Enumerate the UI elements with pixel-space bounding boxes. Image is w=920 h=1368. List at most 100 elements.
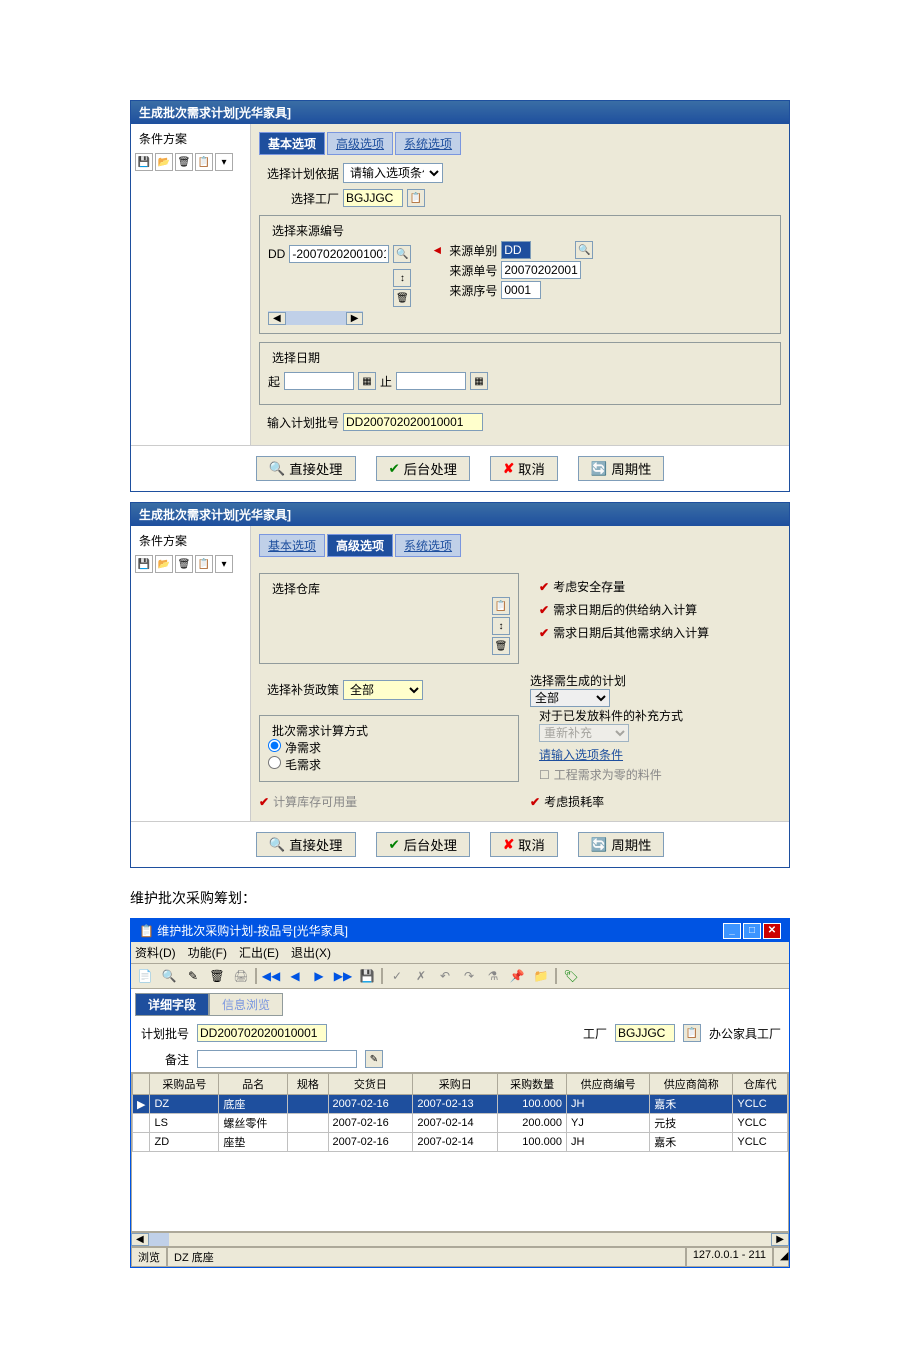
edit-icon[interactable]: ✎ <box>183 966 203 986</box>
col-vendor-name[interactable]: 供应商简称 <box>650 1074 733 1095</box>
chk-loss-rate[interactable]: ✔考虑损耗率 <box>530 793 781 810</box>
preview-icon[interactable]: 🔍 <box>159 966 179 986</box>
date-to-picker-icon[interactable]: ▦ <box>470 372 488 390</box>
last-icon[interactable]: ▶▶ <box>333 966 353 986</box>
tab-basic[interactable]: 基本选项 <box>259 534 325 557</box>
factory-input3[interactable] <box>615 1024 675 1042</box>
next-icon[interactable]: ▶ <box>309 966 329 986</box>
open-icon[interactable]: 📂 <box>155 153 173 171</box>
chk-demand-after[interactable]: ✔需求日期后其他需求纳入计算 <box>539 624 709 641</box>
chk-safety-stock[interactable]: ✔考虑安全存量 <box>539 578 625 595</box>
radio-gross[interactable]: 毛需求 <box>268 758 321 772</box>
delete-icon[interactable]: 🗑 <box>175 555 193 573</box>
hscroll-left-icon[interactable]: ◀ <box>131 1233 149 1246</box>
batch-input[interactable] <box>343 413 483 431</box>
date-to-input[interactable] <box>396 372 466 390</box>
col-name[interactable]: 品名 <box>219 1074 288 1095</box>
factory-input[interactable] <box>343 189 403 207</box>
col-wh[interactable]: 仓库代 <box>733 1074 788 1095</box>
open-icon[interactable]: 📂 <box>155 555 173 573</box>
save-icon[interactable]: 💾 <box>135 153 153 171</box>
plan-basis-select[interactable]: 请输入选项条件 <box>343 163 443 183</box>
col-code[interactable]: 采购品号 <box>150 1074 219 1095</box>
src-seq-input[interactable] <box>501 281 541 299</box>
batch-no-input[interactable] <box>197 1024 327 1042</box>
table-row[interactable]: ▶ DZ底座 2007-02-162007-02-13 100.000 JH嘉禾… <box>133 1095 788 1114</box>
radio-net[interactable]: 净需求 <box>268 741 321 755</box>
periodic-button[interactable]: 🔄周期性 <box>578 832 665 857</box>
expand-icon[interactable]: ↕ <box>393 269 411 287</box>
tab-advanced[interactable]: 高级选项 <box>327 534 393 557</box>
factory-label: 选择工厂 <box>259 190 339 207</box>
date-from-input[interactable] <box>284 372 354 390</box>
factory-lookup-icon[interactable]: 📋 <box>683 1024 701 1042</box>
periodic-button[interactable]: 🔄周期性 <box>578 456 665 481</box>
scroll-right-icon[interactable]: ▶ <box>346 312 364 325</box>
wh-delete-icon[interactable]: 🗑 <box>492 637 510 655</box>
remark-edit-icon[interactable]: ✎ <box>365 1050 383 1068</box>
policy-select[interactable]: 全部 <box>343 680 423 700</box>
pin-icon[interactable]: 📌 <box>507 966 527 986</box>
tab-detail-fields[interactable]: 详细字段 <box>135 993 209 1016</box>
prev-icon[interactable]: ◀ <box>285 966 305 986</box>
first-icon[interactable]: ◀◀ <box>261 966 281 986</box>
menu-data[interactable]: 资料(D) <box>135 944 176 961</box>
tab-advanced[interactable]: 高级选项 <box>327 132 393 155</box>
source-code-input[interactable] <box>289 245 389 263</box>
list-icon[interactable]: 📋 <box>195 555 213 573</box>
col-vendor-code[interactable]: 供应商编号 <box>567 1074 650 1095</box>
wh-expand-icon[interactable]: ↕ <box>492 617 510 635</box>
minimize-icon[interactable]: _ <box>723 923 741 939</box>
data-grid[interactable]: 采购品号 品名 规格 交货日 采购日 采购数量 供应商编号 供应商简称 仓库代 … <box>131 1072 789 1232</box>
dropdown-icon[interactable]: ▾ <box>215 153 233 171</box>
print-icon: 🖨 <box>231 966 251 986</box>
backend-process-button[interactable]: ✔后台处理 <box>376 832 470 857</box>
delete-item-icon[interactable]: 🗑 <box>393 289 411 307</box>
dropdown-icon[interactable]: ▾ <box>215 555 233 573</box>
remark-input[interactable] <box>197 1050 357 1068</box>
search-icon: 🔍 <box>269 837 286 853</box>
date-from-picker-icon[interactable]: ▦ <box>358 372 376 390</box>
save-icon[interactable]: 💾 <box>135 555 153 573</box>
direct-process-button[interactable]: 🔍直接处理 <box>256 456 356 481</box>
col-spec[interactable]: 规格 <box>288 1074 328 1095</box>
tab-system[interactable]: 系统选项 <box>395 132 461 155</box>
src-lookup-icon[interactable]: 🔍 <box>575 241 593 259</box>
placeholder-link[interactable]: 请输入选项条件 <box>539 746 781 763</box>
tab-system[interactable]: 系统选项 <box>395 534 461 557</box>
tag-icon[interactable]: 🏷 <box>561 966 581 986</box>
source-lookup-icon[interactable]: 🔍 <box>393 245 411 263</box>
col-delivery[interactable]: 交货日 <box>328 1074 413 1095</box>
cancel-button[interactable]: ✘取消 <box>490 832 558 857</box>
col-purchase[interactable]: 采购日 <box>413 1074 498 1095</box>
tab-basic[interactable]: 基本选项 <box>259 132 325 155</box>
menu-exit[interactable]: 退出(X) <box>291 944 331 961</box>
chk-supply-after[interactable]: ✔需求日期后的供给纳入计算 <box>539 601 697 618</box>
resize-grip-icon[interactable]: ◢ <box>773 1247 789 1267</box>
issued-select: 重新补充 <box>539 724 629 742</box>
table-row[interactable]: ZD座垫 2007-02-162007-02-14 100.000 JH嘉禾YC… <box>133 1133 788 1152</box>
check-icon: ✔ <box>539 580 549 594</box>
hscroll-right-icon[interactable]: ▶ <box>771 1233 789 1246</box>
plan-gen-select[interactable]: 全部 <box>530 689 610 707</box>
close-icon[interactable]: ✕ <box>763 923 781 939</box>
menu-function[interactable]: 功能(F) <box>188 944 227 961</box>
new-icon[interactable]: 📄 <box>135 966 155 986</box>
list-icon[interactable]: 📋 <box>195 153 213 171</box>
direct-process-button[interactable]: 🔍直接处理 <box>256 832 356 857</box>
src-no-input[interactable] <box>501 261 581 279</box>
maximize-icon[interactable]: □ <box>743 923 761 939</box>
folder-icon[interactable]: 📁 <box>531 966 551 986</box>
cancel-button[interactable]: ✘取消 <box>490 456 558 481</box>
factory-lookup-icon[interactable]: 📋 <box>407 189 425 207</box>
table-row[interactable]: LS螺丝零件 2007-02-162007-02-14 200.000 YJ元技… <box>133 1114 788 1133</box>
backend-process-button[interactable]: ✔后台处理 <box>376 456 470 481</box>
trash-icon[interactable]: 🗑 <box>207 966 227 986</box>
col-qty[interactable]: 采购数量 <box>498 1074 567 1095</box>
scroll-left-icon[interactable]: ◀ <box>268 312 286 325</box>
wh-list-icon[interactable]: 📋 <box>492 597 510 615</box>
tab-info-browse[interactable]: 信息浏览 <box>209 993 283 1016</box>
menu-export[interactable]: 汇出(E) <box>239 944 279 961</box>
src-type-input[interactable] <box>501 241 531 259</box>
delete-icon[interactable]: 🗑 <box>175 153 193 171</box>
